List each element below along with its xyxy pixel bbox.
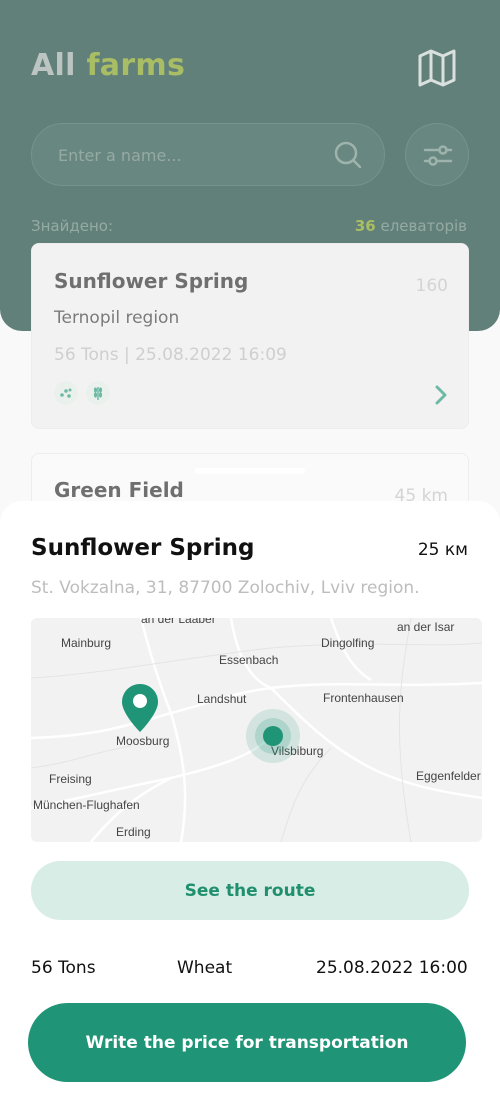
map-label: Eggenfelder — [416, 769, 481, 783]
info-crop: Wheat — [177, 958, 233, 978]
map-label: München-Flughafen — [33, 798, 140, 812]
map-label: Landshut — [197, 692, 247, 706]
map-label: Freising — [49, 772, 92, 786]
map-label: Frontenhausen — [323, 691, 404, 705]
info-weight: 56 Tons — [31, 958, 96, 978]
bottom-sheet: Sunflower Spring 25 км St. Vokzalna, 31,… — [0, 501, 500, 1101]
screen: All farms Знайдено: 36 ел — [0, 0, 500, 1101]
info-date: 25.08.2022 16:00 — [316, 958, 468, 978]
see-route-button[interactable]: See the route — [31, 861, 469, 920]
write-price-button[interactable]: Write the price for transportation — [28, 1003, 466, 1082]
map-label: Erding — [116, 825, 151, 839]
sheet-distance: 25 км — [417, 540, 468, 560]
map-label: Moosburg — [116, 734, 170, 748]
sheet-title: Sunflower Spring — [31, 535, 255, 561]
map-label: an der Laaber — [141, 618, 216, 626]
map-label: Dingolfing — [321, 636, 375, 650]
current-location-icon — [246, 709, 300, 763]
map-label: Essenbach — [219, 653, 279, 667]
sheet-address: St. Vokzalna, 31, 87700 Zolochiv, Lviv r… — [31, 578, 420, 598]
map-label: Mainburg — [61, 636, 112, 650]
sheet-drag-handle[interactable] — [195, 468, 305, 474]
map-label: an der Isar — [397, 620, 455, 634]
map-pin-icon[interactable] — [120, 682, 160, 734]
map-preview[interactable]: an der Laaber an der Isar Mainburg Dingo… — [31, 618, 482, 842]
